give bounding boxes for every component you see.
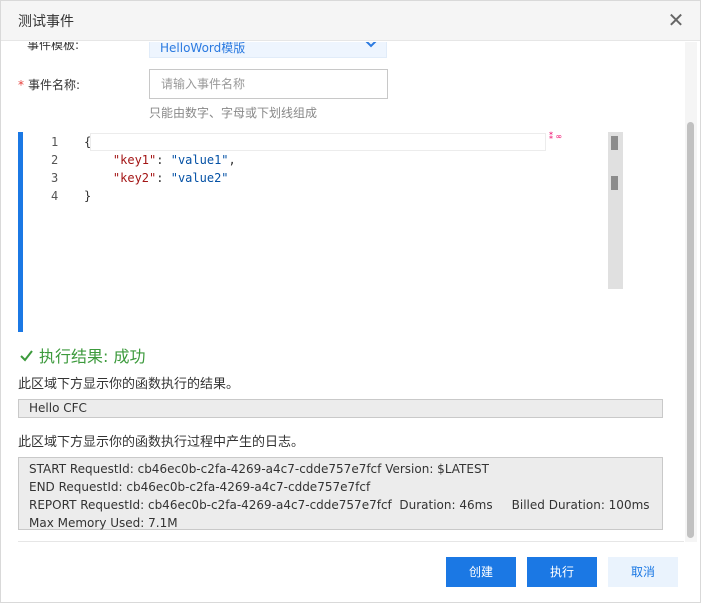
editor-scroll-thumb[interactable]: [611, 136, 618, 150]
footer-divider: [18, 541, 684, 542]
editor-gutter: 1 2 3 4: [23, 132, 78, 332]
required-mark: *: [18, 78, 24, 92]
dialog-title: 测试事件: [18, 14, 74, 30]
json-key: "key1": [112, 153, 157, 167]
code-line: "key1": "value1",: [84, 153, 236, 167]
line-number: 2: [51, 153, 59, 167]
code-line: {: [84, 135, 92, 149]
dialog-header: 测试事件 ✕: [1, 1, 700, 41]
line-number: 3: [51, 171, 59, 185]
name-hint: 只能由数字、字母或下划线组成: [149, 106, 318, 120]
check-icon: [20, 350, 33, 362]
line-number: 4: [51, 189, 59, 203]
log-line: END RequestId: cb46ec0b-c2fa-4269-a4c7-c…: [29, 480, 371, 494]
output-box: Hello CFC: [18, 399, 663, 418]
log-line: REPORT RequestId: cb46ec0b-c2fa-4269-a4c…: [29, 498, 654, 530]
log-box: START RequestId: cb46ec0b-c2fa-4269-a4c7…: [18, 457, 663, 530]
active-line-highlight: [90, 133, 546, 151]
json-value: "value1": [170, 153, 229, 167]
json-tail: ,: [228, 153, 236, 167]
template-label: 事件模板:: [27, 42, 80, 52]
line-number: 1: [51, 135, 59, 149]
code-editor[interactable]: 1 2 3 4 { "key1": "value1", "key2": "val…: [18, 132, 623, 332]
result-status-text: 执行结果: 成功: [39, 347, 146, 366]
name-label: 事件名称:: [28, 78, 81, 92]
json-sep: :: [156, 153, 171, 167]
code-line: "key2": "value2": [84, 171, 229, 185]
output-description: 此区域下方显示你的函数执行的结果。: [18, 377, 240, 392]
editor-scroll-marker: [611, 176, 618, 190]
log-description: 此区域下方显示你的函数执行过程中产生的日志。: [18, 435, 305, 450]
code-line: }: [84, 189, 92, 203]
name-label-wrap: * 事件名称:: [18, 76, 80, 93]
chevron-down-icon: [365, 42, 377, 48]
editor-scrollbar[interactable]: [608, 132, 623, 289]
json-key: "key2": [112, 171, 157, 185]
log-line: START RequestId: cb46ec0b-c2fa-4269-a4c7…: [29, 462, 489, 476]
result-status: 执行结果: 成功: [20, 343, 145, 367]
json-sep: :: [156, 171, 171, 185]
template-select-value: HelloWord模版: [160, 42, 246, 55]
dialog-body: 事件模板: HelloWord模版 *事件名称: 只能由数字、字母或下划线组成 …: [1, 42, 685, 542]
cancel-button[interactable]: 取消: [608, 557, 678, 587]
editor-marker-icon: ⁑ ∞: [549, 132, 563, 141]
dialog-scroll-thumb[interactable]: [687, 122, 694, 538]
create-button[interactable]: 创建: [446, 557, 516, 587]
test-event-dialog: 测试事件 ✕ 事件模板: HelloWord模版 * 事件名称: 只能由数字、字母…: [0, 0, 701, 603]
json-value: "value2": [170, 171, 229, 185]
close-icon[interactable]: ✕: [665, 9, 687, 31]
run-button[interactable]: 执行: [527, 557, 597, 587]
dialog-scrollbar[interactable]: [685, 42, 697, 542]
template-select[interactable]: HelloWord模版: [149, 42, 387, 58]
event-name-input[interactable]: [149, 69, 388, 99]
